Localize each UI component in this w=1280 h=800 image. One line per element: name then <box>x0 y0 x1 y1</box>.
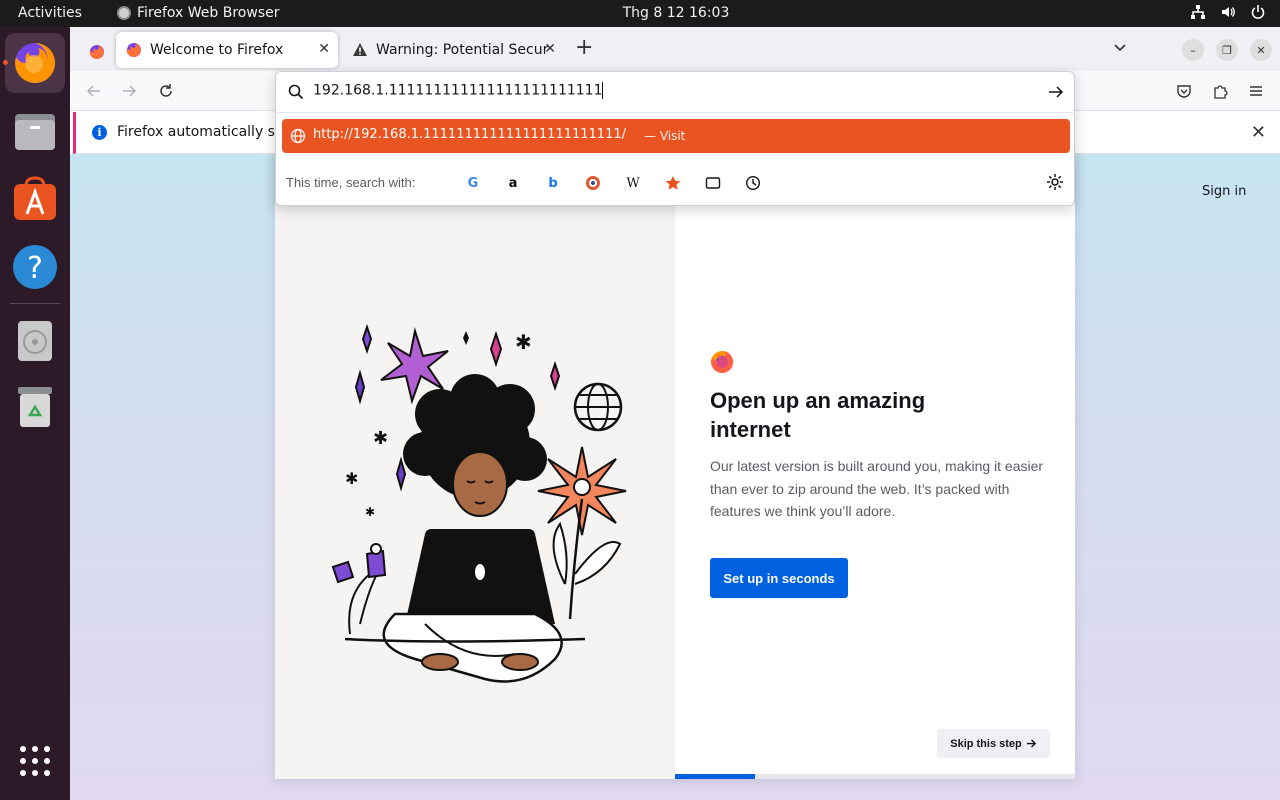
sign-in-link[interactable]: Sign in <box>1202 184 1246 199</box>
top-bar: Activities Firefox Web Browser Thg 8 12 … <box>0 0 1280 27</box>
tabs-icon[interactable] <box>702 172 724 194</box>
wikipedia-icon[interactable]: W <box>622 172 644 194</box>
app-center-icon <box>14 176 56 220</box>
url-suggestion-row[interactable]: http://192.168.1.11111111111111111111111… <box>282 119 1070 153</box>
tab-security-warning[interactable]: Warning: Potential Security Risk Ahead ✕ <box>342 32 564 68</box>
new-tab-button[interactable]: + <box>575 37 593 59</box>
address-input[interactable]: 192.168.1.111111111111111111111111 <box>313 82 604 99</box>
help-icon: ? <box>13 245 57 289</box>
system-tray[interactable] <box>1190 4 1266 20</box>
page-headline: Open up an amazing internet <box>710 388 926 442</box>
urlbar-dropdown: 192.168.1.111111111111111111111111 http:… <box>275 71 1076 206</box>
files-icon <box>15 114 55 150</box>
google-icon[interactable]: G <box>462 172 484 194</box>
setup-button[interactable]: Set up in seconds <box>710 558 848 598</box>
volume-icon[interactable] <box>1220 4 1236 20</box>
close-window-button[interactable]: ✕ <box>1250 39 1272 61</box>
dock-app-center[interactable] <box>5 169 65 229</box>
progress-fill <box>675 774 755 779</box>
hamburger-menu-icon <box>1250 86 1262 96</box>
globe-icon <box>290 128 306 144</box>
dock-help[interactable]: ? <box>5 237 65 297</box>
dock-files[interactable] <box>5 101 65 161</box>
suggestion-url: http://192.168.1.11111111111111111111111… <box>313 127 627 142</box>
disc-icon <box>18 321 52 361</box>
running-indicator <box>3 60 8 65</box>
svg-text:✱: ✱ <box>365 505 375 519</box>
gear-icon[interactable] <box>1046 173 1064 191</box>
one-off-search-label: This time, search with: <box>286 175 416 190</box>
reload-button[interactable] <box>156 81 176 101</box>
suggestion-action: — Visit <box>644 129 686 143</box>
notification-close-button[interactable]: ✕ <box>1251 122 1266 143</box>
address-bar[interactable]: 192.168.1.111111111111111111111111 <box>276 72 1076 112</box>
show-apps-icon <box>20 746 50 776</box>
back-arrow-icon <box>86 85 100 97</box>
welcome-card: ✱ ✱ ✱ ✱ Open up an amazing internet Our … <box>275 154 1075 779</box>
tab-title: Warning: Potential Security Risk Ahead <box>376 42 548 58</box>
power-icon[interactable] <box>1250 4 1266 20</box>
dock-firefox[interactable] <box>3 33 65 93</box>
puzzle-icon <box>1214 85 1228 99</box>
chevron-down-icon <box>1114 44 1126 52</box>
page-content: Sign in ✱ ✱ ✱ ✱ Open up an amazing inter… <box>70 154 1280 800</box>
bing-icon[interactable]: b <box>542 172 564 194</box>
divider <box>276 112 1076 113</box>
trash-icon <box>18 387 52 427</box>
firefox-icon <box>15 42 56 83</box>
page-description: Our latest version is built around you, … <box>710 458 1044 519</box>
svg-text:?: ? <box>27 251 43 286</box>
address-value: 192.168.1.111111111111111111111111 <box>313 82 603 99</box>
history-icon[interactable] <box>742 172 764 194</box>
firefox-favicon <box>126 43 141 57</box>
amazon-icon[interactable]: a <box>502 172 524 194</box>
dock-show-apps[interactable] <box>5 731 65 791</box>
minimize-button[interactable]: – <box>1182 39 1204 61</box>
firefox-window: Welcome to Firefox ✕ Warning: Potential … <box>70 27 1280 800</box>
reload-icon <box>160 84 172 97</box>
text-caret <box>602 82 604 99</box>
svg-text:✱: ✱ <box>515 330 532 354</box>
dock-trash[interactable] <box>5 377 65 437</box>
tab-close-button[interactable]: ✕ <box>544 41 556 57</box>
svg-text:✱: ✱ <box>345 469 358 488</box>
tab-strip: Welcome to Firefox ✕ Warning: Potential … <box>70 27 1280 71</box>
network-icon[interactable] <box>1190 4 1206 20</box>
person-with-laptop-illustration: ✱ ✱ ✱ ✱ <box>331 323 627 683</box>
onboarding-progress-bar <box>675 774 1075 779</box>
svg-text:✱: ✱ <box>373 428 388 449</box>
pinned-tab[interactable] <box>78 35 116 69</box>
extensions-button[interactable] <box>1210 81 1230 101</box>
info-icon: i <box>92 125 107 140</box>
dock: ? <box>0 27 70 800</box>
back-button[interactable] <box>84 81 104 101</box>
maximize-button[interactable]: ❐ <box>1216 39 1238 61</box>
forward-arrow-icon <box>123 85 137 97</box>
go-arrow-icon[interactable] <box>1048 84 1064 100</box>
app-menu-button[interactable] <box>1246 81 1266 101</box>
tab-welcome[interactable]: Welcome to Firefox ✕ <box>116 32 338 68</box>
list-all-tabs-button[interactable] <box>1112 39 1128 59</box>
clock[interactable]: Thg 8 12 16:03 <box>0 5 1280 21</box>
pocket-icon <box>1177 85 1191 98</box>
dock-separator <box>10 303 60 304</box>
firefox-logo-icon <box>711 350 734 373</box>
search-icon <box>288 84 304 100</box>
skip-step-button[interactable]: Skip this step <box>937 729 1050 758</box>
tab-close-button[interactable]: ✕ <box>318 41 330 57</box>
pocket-button[interactable] <box>1174 81 1194 101</box>
arrow-right-icon <box>1026 739 1036 748</box>
warning-icon <box>353 43 367 56</box>
skip-step-label: Skip this step <box>950 737 1022 750</box>
forward-button[interactable] <box>119 81 139 101</box>
bookmarks-icon[interactable] <box>662 172 684 194</box>
duckduckgo-icon[interactable] <box>582 172 604 194</box>
illustration-panel: ✱ ✱ ✱ ✱ <box>275 154 675 779</box>
firefox-favicon <box>89 45 104 59</box>
dock-disc[interactable] <box>5 311 65 371</box>
tab-title: Welcome to Firefox <box>150 42 284 58</box>
